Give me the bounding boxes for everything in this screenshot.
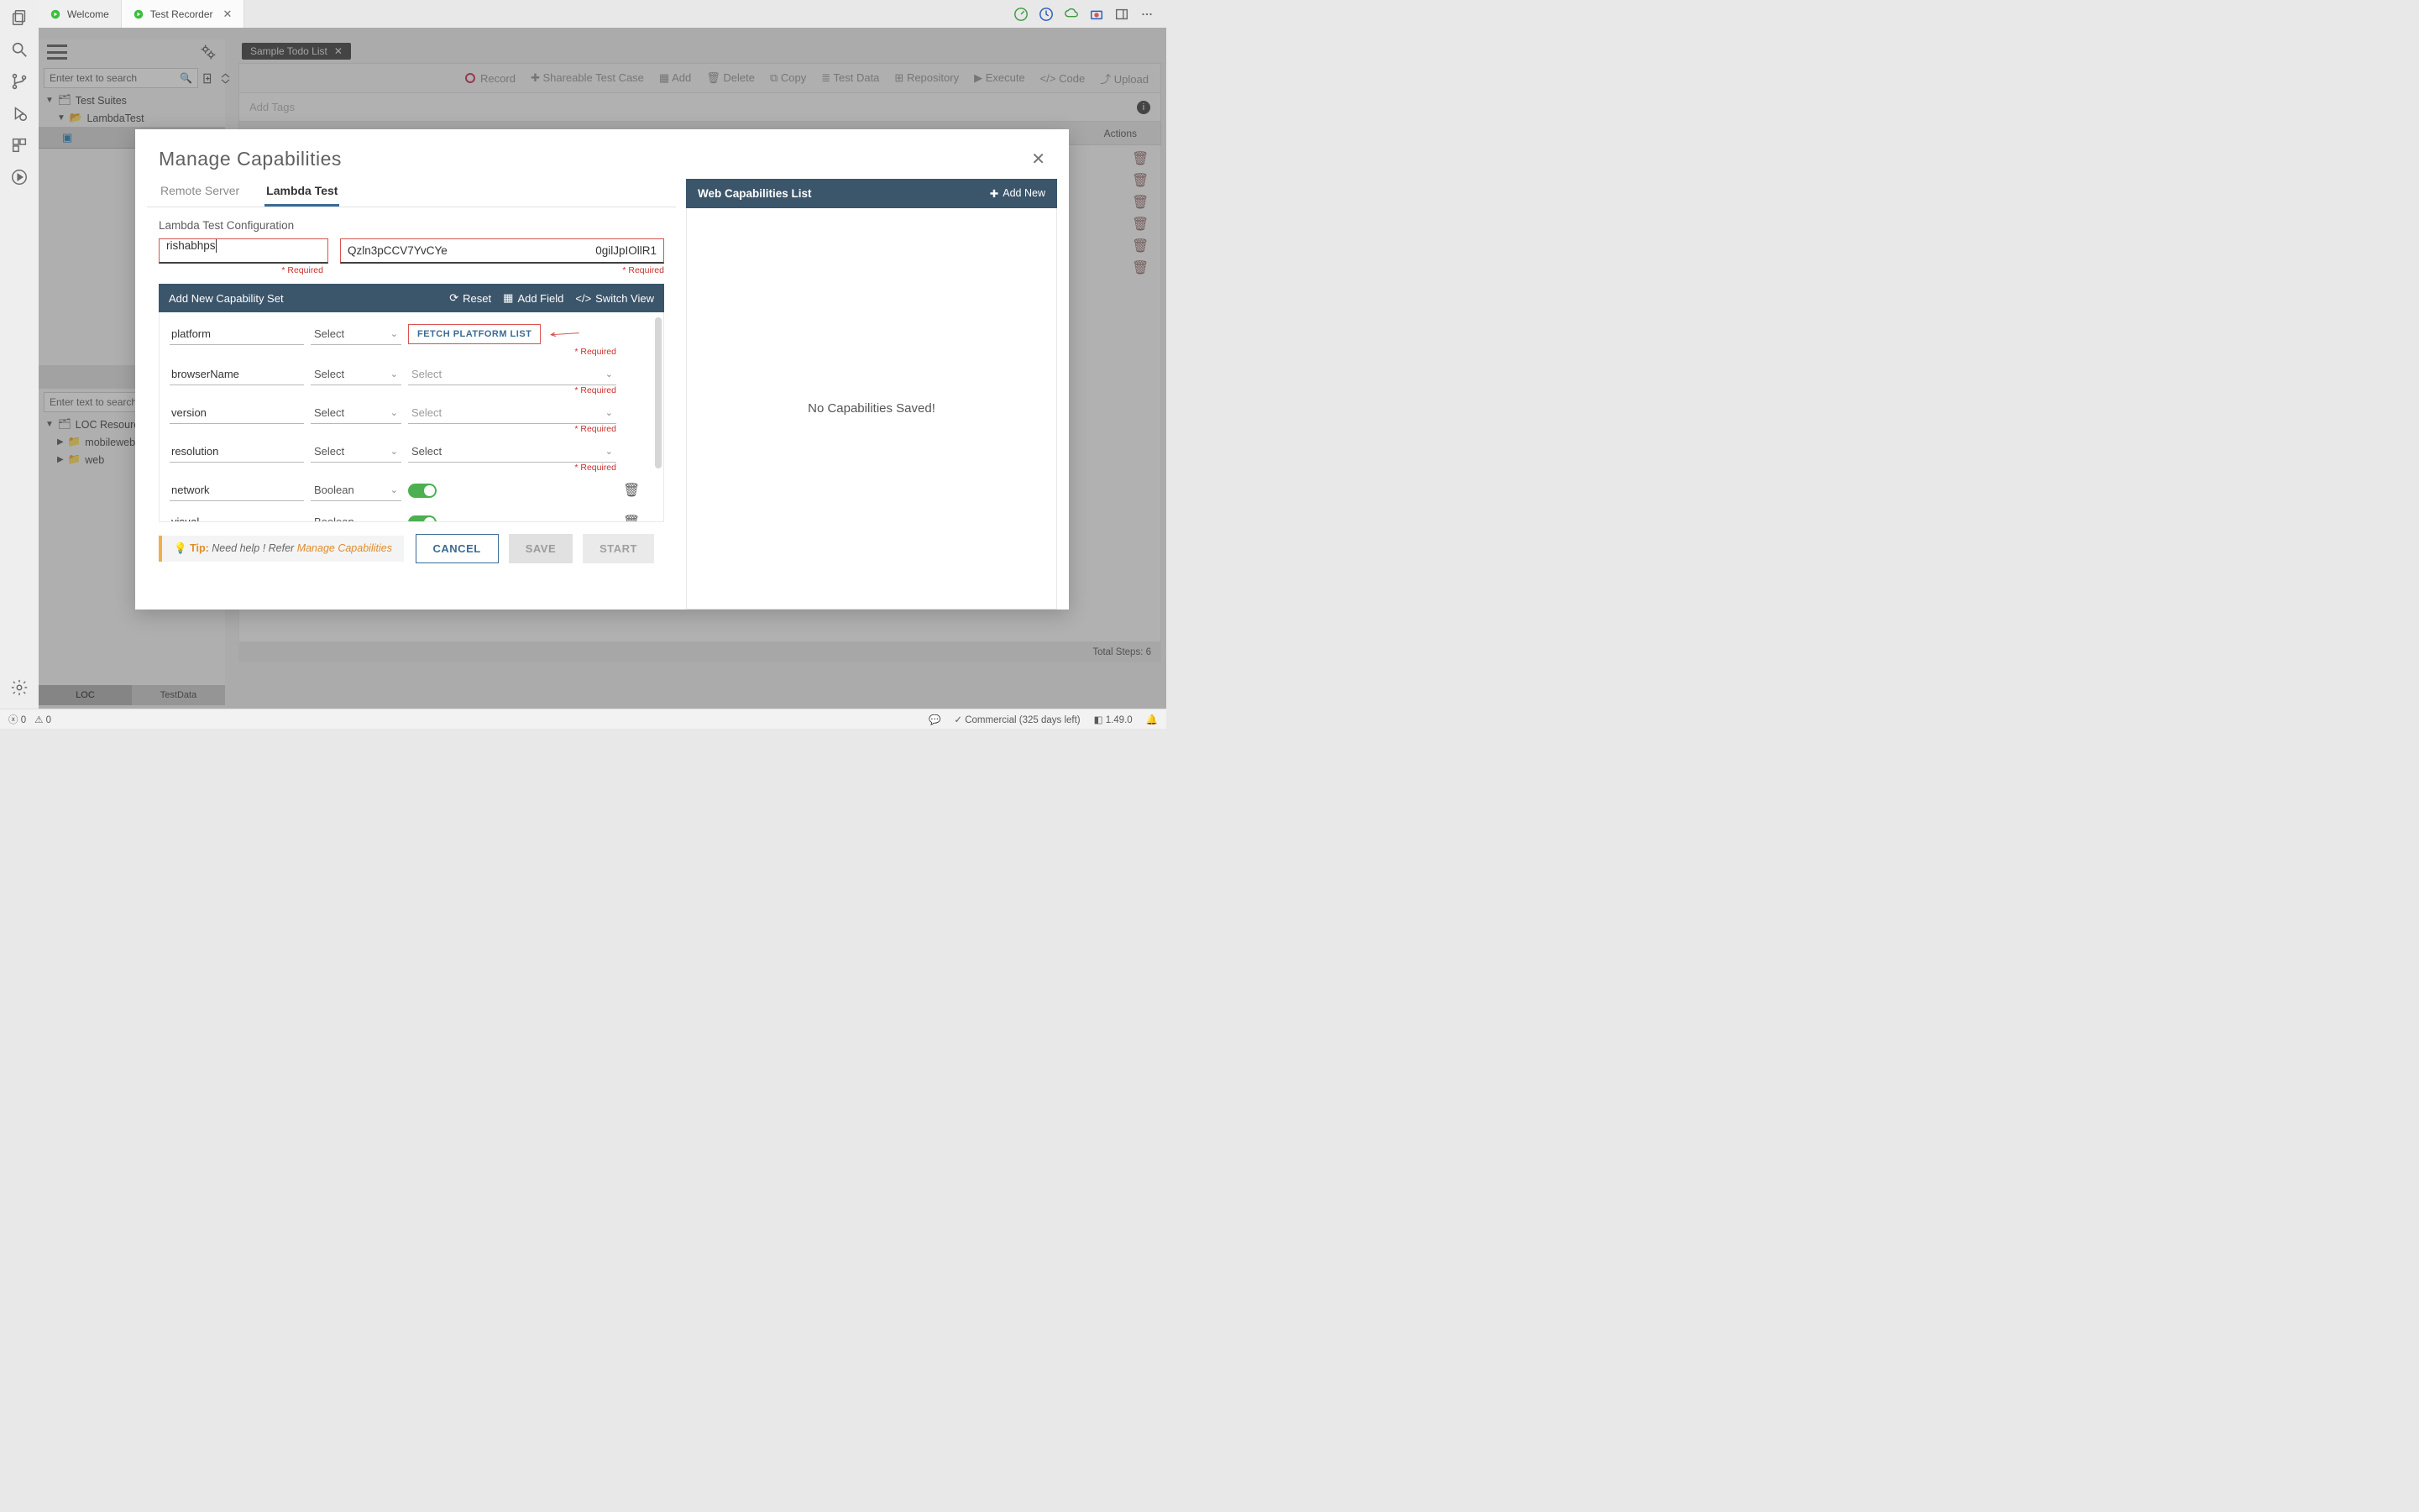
cancel-button[interactable]: CANCEL bbox=[416, 534, 499, 563]
manage-capabilities-modal: Manage Capabilities ✕ Remote Server Lamb… bbox=[135, 129, 1069, 610]
type-select[interactable]: Select⌄ bbox=[311, 323, 401, 345]
play-circle-icon bbox=[134, 9, 144, 19]
field-name-input[interactable] bbox=[170, 441, 304, 463]
chevron-down-icon: ⌄ bbox=[390, 328, 398, 339]
files-icon[interactable] bbox=[10, 8, 29, 27]
modal-title: Manage Capabilities bbox=[159, 148, 342, 170]
required-label: * Required bbox=[408, 424, 616, 434]
bell-icon[interactable]: 🔔 bbox=[1146, 714, 1158, 725]
add-new-button[interactable]: ✚Add New bbox=[990, 187, 1045, 200]
chevron-down-icon: ⌄ bbox=[605, 446, 613, 457]
tab-remote-server[interactable]: Remote Server bbox=[159, 179, 241, 207]
value-select[interactable]: Select⌄ bbox=[408, 402, 616, 424]
tab-test-recorder[interactable]: Test Recorder ✕ bbox=[122, 0, 245, 28]
field-name-input[interactable] bbox=[170, 479, 304, 501]
value-select[interactable]: Select⌄ bbox=[408, 364, 616, 385]
scrollbar[interactable] bbox=[655, 317, 662, 468]
provider-tabs: Remote Server Lambda Test bbox=[147, 179, 676, 207]
chevron-down-icon: ⌄ bbox=[390, 484, 398, 495]
settings-gear-icon[interactable] bbox=[10, 678, 29, 697]
add-field-icon: ▦ bbox=[503, 291, 513, 305]
activity-bar bbox=[0, 0, 39, 729]
access-key-input[interactable]: Qzln3pCCV7YvCYe0gilJpIOllR1 bbox=[340, 238, 664, 264]
camera-icon[interactable] bbox=[1089, 7, 1104, 22]
license-status[interactable]: ✓ Commercial (325 days left) bbox=[954, 714, 1080, 725]
chevron-down-icon: ⌄ bbox=[390, 407, 398, 418]
arrow-annotation-icon: ⟵ bbox=[547, 327, 582, 340]
type-select[interactable]: Select⌄ bbox=[311, 364, 401, 385]
trash-icon[interactable]: 🗑 bbox=[623, 514, 647, 522]
type-select[interactable]: Select⌄ bbox=[311, 441, 401, 463]
chevron-down-icon: ⌄ bbox=[390, 516, 398, 522]
chevron-down-icon: ⌄ bbox=[605, 407, 613, 418]
type-select[interactable]: Select⌄ bbox=[311, 402, 401, 424]
modal-close-icon[interactable]: ✕ bbox=[1031, 149, 1045, 170]
required-label: * Required bbox=[408, 385, 616, 395]
boolean-toggle[interactable] bbox=[408, 515, 437, 523]
trash-icon[interactable]: 🗑 bbox=[623, 482, 647, 499]
more-icon[interactable] bbox=[1139, 7, 1155, 22]
tab-label: Welcome bbox=[67, 8, 109, 20]
title-bar-actions bbox=[1013, 0, 1166, 28]
play-bug-icon[interactable] bbox=[10, 104, 29, 123]
feedback-icon[interactable]: 💬 bbox=[929, 714, 940, 725]
required-label: * Required bbox=[159, 265, 323, 275]
required-label: * Required bbox=[408, 463, 616, 473]
required-label: * Required bbox=[408, 347, 616, 357]
branch-icon[interactable] bbox=[10, 72, 29, 91]
capability-grid: Select⌄ FETCH PLATFORM LIST⟵ * Required … bbox=[159, 312, 664, 522]
tab-lambda-test[interactable]: Lambda Test bbox=[264, 179, 339, 207]
code-icon: </> bbox=[575, 292, 591, 305]
empty-state-text: No Capabilities Saved! bbox=[808, 401, 935, 416]
boolean-toggle[interactable] bbox=[408, 484, 437, 498]
version-status[interactable]: ◧ 1.49.0 bbox=[1094, 714, 1133, 725]
chevron-down-icon: ⌄ bbox=[390, 446, 398, 457]
capability-set-header: Add New Capability Set ⟳Reset ▦Add Field… bbox=[159, 284, 664, 312]
required-label: * Required bbox=[335, 265, 664, 275]
config-label: Lambda Test Configuration bbox=[159, 219, 676, 232]
play-circle-icon bbox=[50, 9, 60, 19]
tip-box: 💡 Tip: Need help ! Refer Manage Capabili… bbox=[159, 536, 404, 562]
field-name-input[interactable] bbox=[170, 511, 304, 522]
reset-button[interactable]: ⟳Reset bbox=[449, 291, 491, 305]
tab-welcome[interactable]: Welcome bbox=[39, 0, 122, 28]
search-icon[interactable] bbox=[10, 40, 29, 59]
refresh-icon: ⟳ bbox=[449, 291, 458, 305]
fetch-platform-list-button[interactable]: FETCH PLATFORM LIST bbox=[408, 324, 541, 344]
panel-icon[interactable] bbox=[1114, 7, 1129, 22]
tip-link[interactable]: Manage Capabilities bbox=[297, 542, 392, 554]
chevron-down-icon: ⌄ bbox=[605, 369, 613, 379]
tab-bar: Welcome Test Recorder ✕ bbox=[39, 0, 1166, 28]
web-capabilities-body: No Capabilities Saved! bbox=[686, 208, 1057, 610]
field-name-input[interactable] bbox=[170, 402, 304, 424]
status-bar: ⓧ 0 ⚠ 0 💬 ✓ Commercial (325 days left) ◧… bbox=[0, 709, 1166, 729]
web-capabilities-header: Web Capabilities List ✚Add New bbox=[686, 179, 1057, 208]
tab-label: Test Recorder bbox=[150, 8, 213, 20]
extensions-icon[interactable] bbox=[10, 136, 29, 154]
save-button[interactable]: SAVE bbox=[509, 534, 573, 563]
value-select[interactable]: Select⌄ bbox=[408, 441, 616, 463]
start-button[interactable]: START bbox=[583, 534, 654, 563]
type-select[interactable]: Boolean⌄ bbox=[311, 511, 401, 522]
field-name-input[interactable] bbox=[170, 364, 304, 385]
lightbulb-icon: 💡 bbox=[174, 542, 187, 554]
type-select[interactable]: Boolean⌄ bbox=[311, 479, 401, 501]
gauge-icon[interactable] bbox=[1013, 7, 1029, 22]
plus-icon: ✚ bbox=[990, 187, 998, 200]
run-icon[interactable] bbox=[10, 168, 29, 186]
cloud-cog-icon[interactable] bbox=[1064, 7, 1079, 22]
clock-icon[interactable] bbox=[1039, 7, 1054, 22]
errors-icon[interactable]: ⓧ 0 bbox=[8, 713, 26, 726]
add-field-button[interactable]: ▦Add Field bbox=[503, 291, 563, 305]
switch-view-button[interactable]: </>Switch View bbox=[575, 292, 654, 305]
close-icon[interactable]: ✕ bbox=[223, 8, 233, 21]
username-input[interactable]: rishabhps bbox=[159, 238, 328, 264]
field-name-input[interactable] bbox=[170, 323, 304, 345]
warnings-icon[interactable]: ⚠ 0 bbox=[34, 714, 51, 725]
chevron-down-icon: ⌄ bbox=[390, 369, 398, 379]
